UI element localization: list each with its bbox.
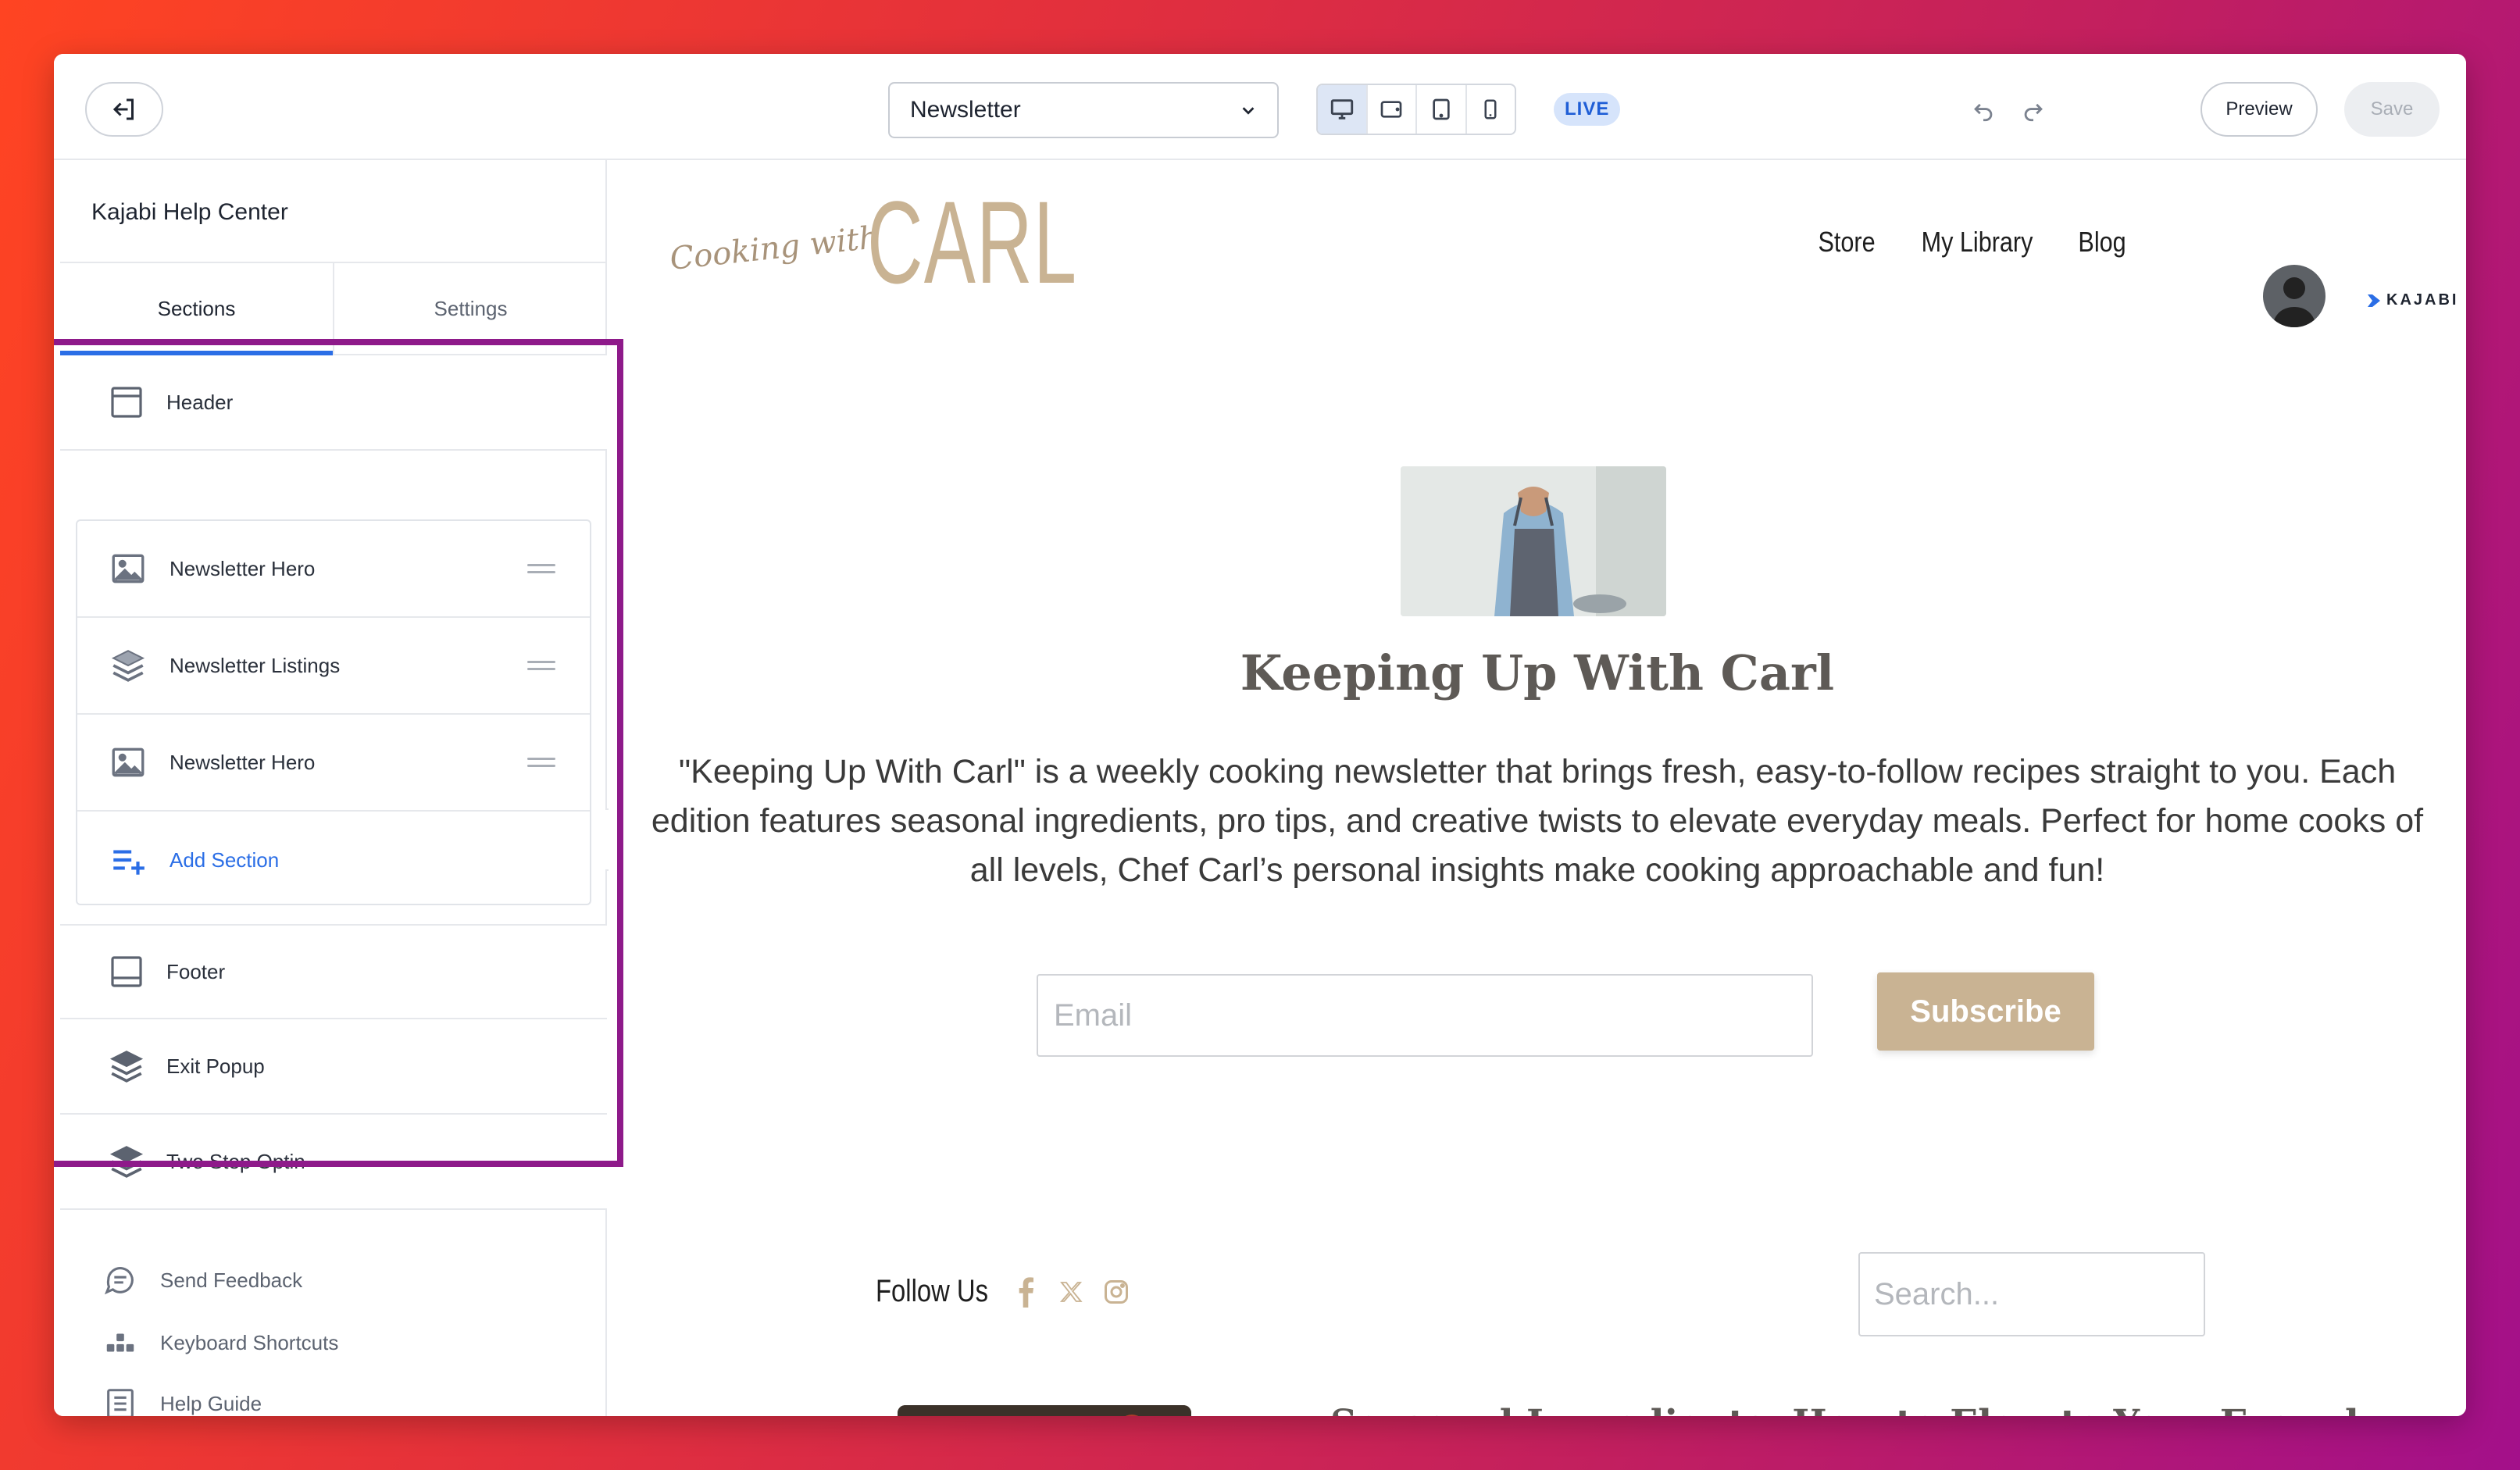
content-sections-group: Newsletter Hero Newsletter Listings News… [76,519,591,905]
logo-script-text: Cooking with [668,219,881,277]
layers-icon [107,644,149,687]
footer-layout-icon [107,952,146,991]
section-label: Header [166,390,234,414]
user-avatar[interactable] [2263,265,2325,327]
kajabi-mark-icon [2368,294,2380,307]
live-status-badge: LIVE [1554,93,1621,126]
facebook-icon[interactable] [1012,1276,1040,1308]
undo-icon [1974,103,1993,122]
nav-link-store[interactable]: Store [1818,226,1875,259]
undo-button[interactable] [1968,95,1999,126]
section-label: Footer [166,959,226,983]
exit-icon [112,98,134,120]
subscribe-button[interactable]: Subscribe [1877,972,2094,1051]
document-icon [101,1384,140,1416]
keyboard-icon [101,1323,140,1362]
desktop-icon [1330,99,1353,120]
util-label: Help Guide [160,1391,262,1415]
util-label: Keyboard Shortcuts [160,1330,339,1354]
mobile-view-button[interactable] [1467,85,1515,134]
hero-chef-image [1401,466,1666,616]
save-button[interactable]: Save [2344,82,2440,137]
tablet-landscape-view-button[interactable] [1368,85,1417,134]
redo-icon [2024,103,2043,122]
exit-editor-button[interactable] [85,82,163,137]
nav-link-my-library[interactable]: My Library [1922,226,2033,259]
desktop-view-button[interactable] [1318,85,1368,134]
chat-bubble-icon [101,1261,140,1300]
tablet-portrait-icon [1433,98,1450,120]
device-preview-toggle [1316,84,1516,135]
site-nav: Store My Library Blog [1813,226,2130,259]
section-item-newsletter-hero-2[interactable]: Newsletter Hero [77,715,590,812]
post-title[interactable]: Seasonal Ingredients: How to Elevate You… [1330,1402,2404,1416]
drag-handle-icon[interactable] [527,758,555,767]
sidebar-tabs: Sections Settings [60,262,607,355]
tab-settings[interactable]: Settings [334,263,607,354]
follow-us-label: Follow Us [876,1274,988,1308]
layers-icon [107,1047,146,1086]
kajabi-logo: KAJABI [2366,291,2458,309]
page-select-value: Newsletter [910,97,1021,123]
redo-button[interactable] [2018,95,2049,126]
drag-handle-icon[interactable] [527,661,555,670]
sections-sidebar: Kajabi Help Center Sections Settings Hea… [54,160,607,1416]
image-icon [107,548,149,590]
section-label: Newsletter Hero [170,556,316,580]
kajabi-wordmark: KAJABI [2386,291,2459,309]
preview-button[interactable]: Preview [2201,82,2318,137]
tablet-portrait-view-button[interactable] [1417,85,1467,134]
mobile-icon [1484,99,1497,120]
tablet-landscape-icon [1380,101,1402,118]
section-item-footer[interactable]: Footer [60,924,607,1019]
follow-us-block: Follow Us [876,1274,1130,1309]
logo-main-text: CARL [866,177,1078,308]
image-icon [107,741,149,783]
util-label: Send Feedback [160,1268,303,1292]
section-label: Newsletter Listings [170,653,341,677]
drag-handle-icon[interactable] [527,564,555,573]
user-silhouette-icon [2272,277,2316,327]
header-layout-icon [107,383,146,422]
send-feedback-link[interactable]: Send Feedback [101,1257,302,1304]
section-item-newsletter-listings[interactable]: Newsletter Listings [77,618,590,715]
hero-title: Keeping Up With Carl [1240,644,1835,701]
add-section-label: Add Section [170,847,280,872]
section-label: Newsletter Hero [170,750,316,774]
keyboard-shortcuts-link[interactable]: Keyboard Shortcuts [101,1319,338,1366]
section-label: Exit Popup [166,1054,265,1078]
editor-window: Newsletter LIVE Preview Save Kajabi Help… [54,54,2466,1416]
email-input[interactable]: Email [1037,974,1813,1057]
post-thumbnail-image[interactable] [898,1405,1191,1416]
chevron-down-icon [1242,107,1255,115]
page-select[interactable]: Newsletter [888,82,1279,138]
add-list-icon [107,839,149,881]
hero-description: "Keeping Up With Carl" is a weekly cooki… [651,753,2424,889]
add-section-button[interactable]: Add Section [77,812,590,908]
top-toolbar: Newsletter LIVE Preview Save [54,54,2466,160]
section-item-newsletter-hero[interactable]: Newsletter Hero [77,521,590,618]
section-item-header[interactable]: Header [60,355,607,451]
x-twitter-icon[interactable] [1057,1276,1085,1308]
tab-sections[interactable]: Sections [60,263,334,355]
nav-link-blog[interactable]: Blog [2078,226,2126,259]
layers-icon [107,1142,146,1181]
blog-search-input[interactable]: Search... [1858,1252,2205,1336]
page-preview-canvas: Cooking with CARL Store My Library Blog … [609,160,2466,1416]
section-item-two-step-optin[interactable]: Two Step Optin [60,1115,607,1210]
section-item-exit-popup[interactable]: Exit Popup [60,1019,607,1115]
site-name: Kajabi Help Center [91,199,288,225]
site-logo[interactable]: Cooking with CARL [668,177,1186,308]
help-guide-link[interactable]: Help Guide [101,1380,262,1416]
instagram-icon[interactable] [1102,1276,1130,1308]
section-label: Two Step Optin [166,1149,305,1173]
